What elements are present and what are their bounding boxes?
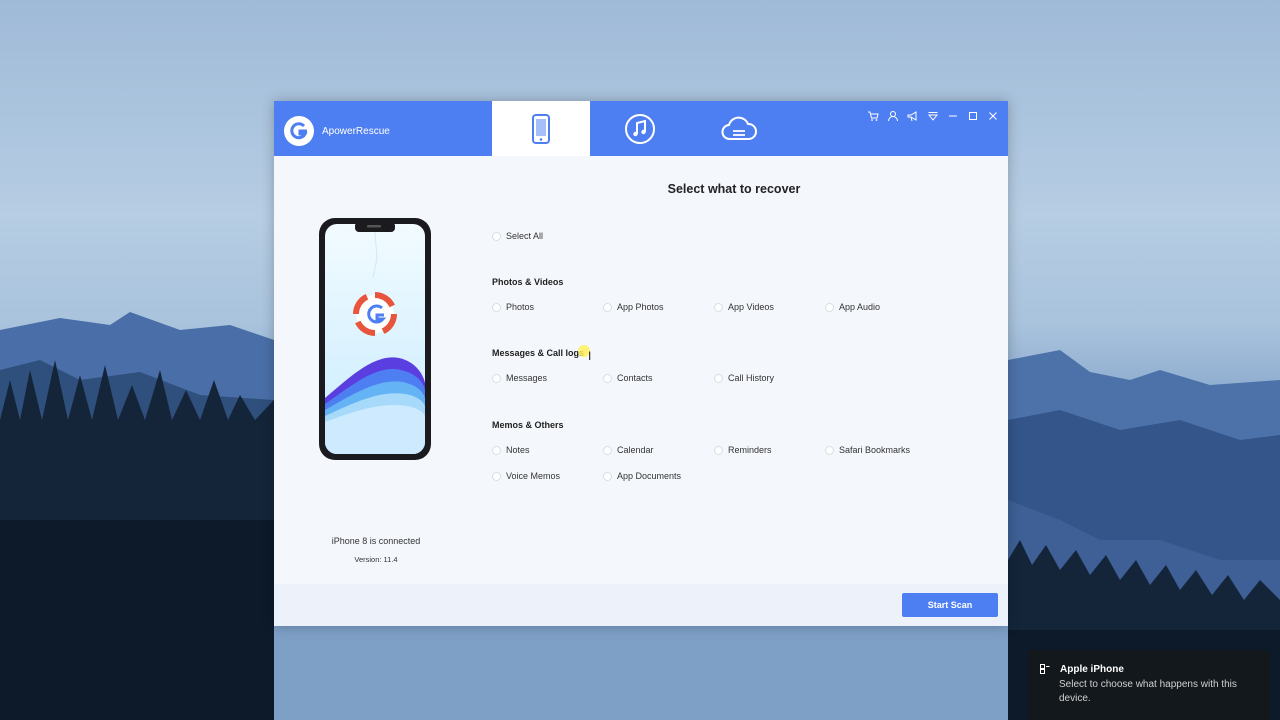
- footer-bar: Start Scan: [274, 584, 1008, 626]
- option-label: Messages: [506, 373, 548, 383]
- select-all-label: Select All: [506, 231, 544, 241]
- option-app-documents[interactable]: App Documents: [603, 471, 681, 481]
- option-voice-memos[interactable]: Voice Memos: [492, 471, 560, 481]
- text-cursor-icon: I: [588, 349, 592, 363]
- tab-itunes-backup[interactable]: [591, 101, 689, 156]
- notification-toast[interactable]: Apple iPhone Select to choose what happe…: [1028, 650, 1270, 720]
- option-contacts[interactable]: Contacts: [603, 373, 653, 383]
- close-icon[interactable]: [986, 109, 1000, 123]
- checkbox-circle: [603, 302, 612, 312]
- option-photos[interactable]: Photos: [492, 302, 534, 312]
- option-app-photos[interactable]: App Photos: [603, 302, 664, 312]
- page-title: Select what to recover: [667, 182, 801, 196]
- main-content: iPhone 8 is connected Version: 11.4 Sele…: [274, 156, 1008, 584]
- checkbox-circle: [603, 445, 612, 455]
- tab-ios-device[interactable]: [492, 101, 590, 156]
- user-icon[interactable]: [886, 109, 900, 123]
- checkbox-circle: [492, 445, 501, 455]
- music-note-icon: [625, 113, 655, 144]
- checkbox-circle: [825, 445, 834, 455]
- cloud-icon: [721, 116, 757, 140]
- start-scan-button[interactable]: Start Scan: [902, 593, 998, 617]
- option-label: App Audio: [839, 302, 881, 312]
- option-label: Contacts: [617, 373, 653, 383]
- device-notification-icon: [1040, 664, 1050, 674]
- brand: ApowerRescue: [284, 116, 390, 146]
- device-version: Version: 11.4: [354, 555, 398, 564]
- tab-icloud-backup[interactable]: [690, 101, 788, 156]
- minimize-icon[interactable]: [946, 109, 960, 123]
- checkbox-circle: [492, 231, 501, 241]
- checkbox-circle: [492, 302, 501, 312]
- option-notes[interactable]: Notes: [492, 445, 530, 455]
- section-title-memos-others: Memos & Others: [492, 420, 564, 430]
- section-title-messages-call-logs: Messages & Call logs: [492, 348, 585, 358]
- option-messages[interactable]: Messages: [492, 373, 547, 383]
- notification-body: Select to choose what happens with this …: [1059, 679, 1237, 704]
- checkbox-circle: [825, 302, 834, 312]
- checkbox-circle: [714, 373, 723, 383]
- app-window: ApowerRescue iPhone 8 is connected Versi…: [274, 101, 1008, 626]
- option-label: App Videos: [728, 302, 774, 312]
- device-illustration: [319, 218, 431, 460]
- checkbox-circle: [603, 471, 612, 481]
- megaphone-icon[interactable]: [906, 109, 920, 123]
- option-label: Notes: [506, 445, 530, 455]
- option-app-videos[interactable]: App Videos: [714, 302, 774, 312]
- app-logo-icon: [284, 116, 314, 146]
- checkbox-circle: [603, 373, 612, 383]
- dropdown-icon[interactable]: [926, 109, 940, 123]
- option-reminders[interactable]: Reminders: [714, 445, 772, 455]
- section-title-photos-videos: Photos & Videos: [492, 277, 564, 287]
- option-label: Calendar: [617, 445, 654, 455]
- phone-icon: [532, 113, 550, 144]
- option-label: Reminders: [728, 445, 772, 455]
- option-label: Call History: [728, 373, 775, 383]
- device-status: iPhone 8 is connected: [331, 536, 421, 546]
- option-call-history[interactable]: Call History: [714, 373, 774, 383]
- checkbox-circle: [492, 471, 501, 481]
- title-bar: ApowerRescue: [274, 101, 1008, 156]
- app-name: ApowerRescue: [322, 125, 390, 137]
- checkbox-circle: [714, 302, 723, 312]
- option-label: App Documents: [617, 471, 682, 481]
- checkbox-circle: [492, 373, 501, 383]
- option-calendar[interactable]: Calendar: [603, 445, 654, 455]
- option-safari-bookmarks[interactable]: Safari Bookmarks: [825, 445, 910, 455]
- option-label: Voice Memos: [506, 471, 561, 481]
- notification-title: Apple iPhone: [1060, 664, 1124, 675]
- option-label: App Photos: [617, 302, 664, 312]
- select-all-checkbox[interactable]: Select All: [492, 231, 543, 241]
- checkbox-circle: [714, 445, 723, 455]
- option-label: Safari Bookmarks: [839, 445, 911, 455]
- option-label: Photos: [506, 302, 535, 312]
- maximize-icon[interactable]: [966, 109, 980, 123]
- window-controls: [866, 109, 1000, 123]
- cart-icon[interactable]: [866, 109, 880, 123]
- option-app-audio[interactable]: App Audio: [825, 302, 880, 312]
